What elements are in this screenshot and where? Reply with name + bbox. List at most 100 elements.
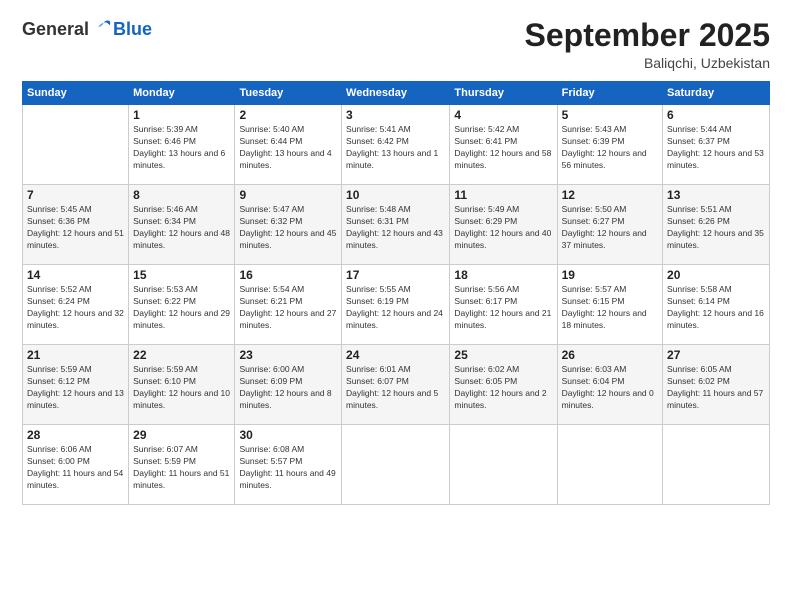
cell-week4-day0: 21 Sunrise: 5:59 AMSunset: 6:12 PMDayligh… — [23, 345, 129, 425]
header-wednesday: Wednesday — [342, 82, 450, 105]
day-info: Sunrise: 6:03 AMSunset: 6:04 PMDaylight:… — [562, 364, 658, 412]
day-info: Sunrise: 5:52 AMSunset: 6:24 PMDaylight:… — [27, 284, 124, 332]
day-info: Sunrise: 6:08 AMSunset: 5:57 PMDaylight:… — [239, 444, 337, 492]
cell-week2-day6: 13 Sunrise: 5:51 AMSunset: 6:26 PMDayligh… — [663, 185, 770, 265]
cell-week4-day5: 26 Sunrise: 6:03 AMSunset: 6:04 PMDayligh… — [557, 345, 662, 425]
day-number: 14 — [27, 268, 124, 282]
day-number: 2 — [239, 108, 337, 122]
day-number: 15 — [133, 268, 230, 282]
month-title: September 2025 — [525, 18, 770, 53]
day-info: Sunrise: 5:51 AMSunset: 6:26 PMDaylight:… — [667, 204, 765, 252]
cell-week4-day2: 23Sunrise: 6:00 AMSunset: 6:09 PMDayligh… — [235, 345, 342, 425]
title-block: September 2025 Baliqchi, Uzbekistan — [525, 18, 770, 71]
week-row-4: 21 Sunrise: 5:59 AMSunset: 6:12 PMDayligh… — [23, 345, 770, 425]
logo: General Blue — [22, 18, 152, 40]
cell-week1-day4: 4 Sunrise: 5:42 AMSunset: 6:41 PMDaylight… — [450, 105, 557, 185]
day-info: Sunrise: 6:05 AMSunset: 6:02 PMDaylight:… — [667, 364, 765, 412]
cell-week2-day5: 12Sunrise: 5:50 AMSunset: 6:27 PMDayligh… — [557, 185, 662, 265]
day-info: Sunrise: 5:55 AMSunset: 6:19 PMDaylight:… — [346, 284, 445, 332]
cell-week1-day5: 5Sunrise: 5:43 AMSunset: 6:39 PMDaylight… — [557, 105, 662, 185]
day-info: Sunrise: 5:41 AMSunset: 6:42 PMDaylight:… — [346, 124, 445, 172]
day-number: 10 — [346, 188, 445, 202]
header-sunday: Sunday — [23, 82, 129, 105]
day-number: 16 — [239, 268, 337, 282]
calendar: Sunday Monday Tuesday Wednesday Thursday… — [22, 81, 770, 505]
cell-week4-day3: 24Sunrise: 6:01 AMSunset: 6:07 PMDayligh… — [342, 345, 450, 425]
cell-week5-day5 — [557, 425, 662, 505]
page: General Blue September 2025 Baliqchi, Uz… — [0, 0, 792, 612]
day-number: 5 — [562, 108, 658, 122]
cell-week4-day4: 25Sunrise: 6:02 AMSunset: 6:05 PMDayligh… — [450, 345, 557, 425]
day-number: 6 — [667, 108, 765, 122]
cell-week3-day5: 19 Sunrise: 5:57 AMSunset: 6:15 PMDayligh… — [557, 265, 662, 345]
cell-week3-day0: 14 Sunrise: 5:52 AMSunset: 6:24 PMDayligh… — [23, 265, 129, 345]
day-number: 13 — [667, 188, 765, 202]
day-number: 21 — [27, 348, 124, 362]
header-thursday: Thursday — [450, 82, 557, 105]
day-info: Sunrise: 6:00 AMSunset: 6:09 PMDaylight:… — [239, 364, 337, 412]
cell-week3-day2: 16 Sunrise: 5:54 AMSunset: 6:21 PMDayligh… — [235, 265, 342, 345]
day-info: Sunrise: 5:54 AMSunset: 6:21 PMDaylight:… — [239, 284, 337, 332]
cell-week1-day0 — [23, 105, 129, 185]
day-number: 3 — [346, 108, 445, 122]
day-info: Sunrise: 5:59 AMSunset: 6:10 PMDaylight:… — [133, 364, 230, 412]
logo-general-text: General — [22, 19, 89, 40]
day-number: 17 — [346, 268, 445, 282]
header-monday: Monday — [129, 82, 235, 105]
cell-week2-day4: 11 Sunrise: 5:49 AMSunset: 6:29 PMDayligh… — [450, 185, 557, 265]
day-info: Sunrise: 5:46 AMSunset: 6:34 PMDaylight:… — [133, 204, 230, 252]
cell-week5-day3 — [342, 425, 450, 505]
cell-week5-day6 — [663, 425, 770, 505]
cell-week3-day1: 15 Sunrise: 5:53 AMSunset: 6:22 PMDayligh… — [129, 265, 235, 345]
header-tuesday: Tuesday — [235, 82, 342, 105]
cell-week1-day3: 3 Sunrise: 5:41 AMSunset: 6:42 PMDaylight… — [342, 105, 450, 185]
day-info: Sunrise: 5:45 AMSunset: 6:36 PMDaylight:… — [27, 204, 124, 252]
day-number: 19 — [562, 268, 658, 282]
day-info: Sunrise: 5:59 AMSunset: 6:12 PMDaylight:… — [27, 364, 124, 412]
header-saturday: Saturday — [663, 82, 770, 105]
day-number: 20 — [667, 268, 765, 282]
day-number: 4 — [454, 108, 552, 122]
cell-week2-day1: 8 Sunrise: 5:46 AMSunset: 6:34 PMDaylight… — [129, 185, 235, 265]
day-info: Sunrise: 6:06 AMSunset: 6:00 PMDaylight:… — [27, 444, 124, 492]
header-friday: Friday — [557, 82, 662, 105]
day-info: Sunrise: 5:40 AMSunset: 6:44 PMDaylight:… — [239, 124, 337, 172]
location: Baliqchi, Uzbekistan — [525, 55, 770, 71]
cell-week5-day0: 28 Sunrise: 6:06 AMSunset: 6:00 PMDayligh… — [23, 425, 129, 505]
day-info: Sunrise: 5:48 AMSunset: 6:31 PMDaylight:… — [346, 204, 445, 252]
cell-week2-day0: 7Sunrise: 5:45 AMSunset: 6:36 PMDaylight… — [23, 185, 129, 265]
day-number: 8 — [133, 188, 230, 202]
cell-week2-day2: 9 Sunrise: 5:47 AMSunset: 6:32 PMDaylight… — [235, 185, 342, 265]
week-row-5: 28 Sunrise: 6:06 AMSunset: 6:00 PMDayligh… — [23, 425, 770, 505]
day-number: 26 — [562, 348, 658, 362]
day-info: Sunrise: 5:50 AMSunset: 6:27 PMDaylight:… — [562, 204, 658, 252]
day-number: 9 — [239, 188, 337, 202]
day-number: 28 — [27, 428, 124, 442]
day-info: Sunrise: 5:53 AMSunset: 6:22 PMDaylight:… — [133, 284, 230, 332]
day-info: Sunrise: 5:44 AMSunset: 6:37 PMDaylight:… — [667, 124, 765, 172]
day-info: Sunrise: 5:49 AMSunset: 6:29 PMDaylight:… — [454, 204, 552, 252]
cell-week5-day1: 29 Sunrise: 6:07 AMSunset: 5:59 PMDayligh… — [129, 425, 235, 505]
day-number: 24 — [346, 348, 445, 362]
day-info: Sunrise: 5:47 AMSunset: 6:32 PMDaylight:… — [239, 204, 337, 252]
week-row-1: 1Sunrise: 5:39 AMSunset: 6:46 PMDaylight… — [23, 105, 770, 185]
cell-week4-day6: 27 Sunrise: 6:05 AMSunset: 6:02 PMDayligh… — [663, 345, 770, 425]
day-info: Sunrise: 6:07 AMSunset: 5:59 PMDaylight:… — [133, 444, 230, 492]
day-number: 25 — [454, 348, 552, 362]
cell-week2-day3: 10 Sunrise: 5:48 AMSunset: 6:31 PMDayligh… — [342, 185, 450, 265]
week-row-3: 14 Sunrise: 5:52 AMSunset: 6:24 PMDayligh… — [23, 265, 770, 345]
week-row-2: 7Sunrise: 5:45 AMSunset: 6:36 PMDaylight… — [23, 185, 770, 265]
day-number: 18 — [454, 268, 552, 282]
cell-week3-day6: 20Sunrise: 5:58 AMSunset: 6:14 PMDayligh… — [663, 265, 770, 345]
day-info: Sunrise: 5:42 AMSunset: 6:41 PMDaylight:… — [454, 124, 552, 172]
day-number: 29 — [133, 428, 230, 442]
logo-bird-icon — [91, 18, 113, 40]
day-info: Sunrise: 5:56 AMSunset: 6:17 PMDaylight:… — [454, 284, 552, 332]
cell-week4-day1: 22Sunrise: 5:59 AMSunset: 6:10 PMDayligh… — [129, 345, 235, 425]
cell-week1-day2: 2 Sunrise: 5:40 AMSunset: 6:44 PMDaylight… — [235, 105, 342, 185]
day-number: 11 — [454, 188, 552, 202]
day-info: Sunrise: 5:57 AMSunset: 6:15 PMDaylight:… — [562, 284, 658, 332]
day-number: 27 — [667, 348, 765, 362]
cell-week3-day4: 18 Sunrise: 5:56 AMSunset: 6:17 PMDayligh… — [450, 265, 557, 345]
cell-week5-day4 — [450, 425, 557, 505]
